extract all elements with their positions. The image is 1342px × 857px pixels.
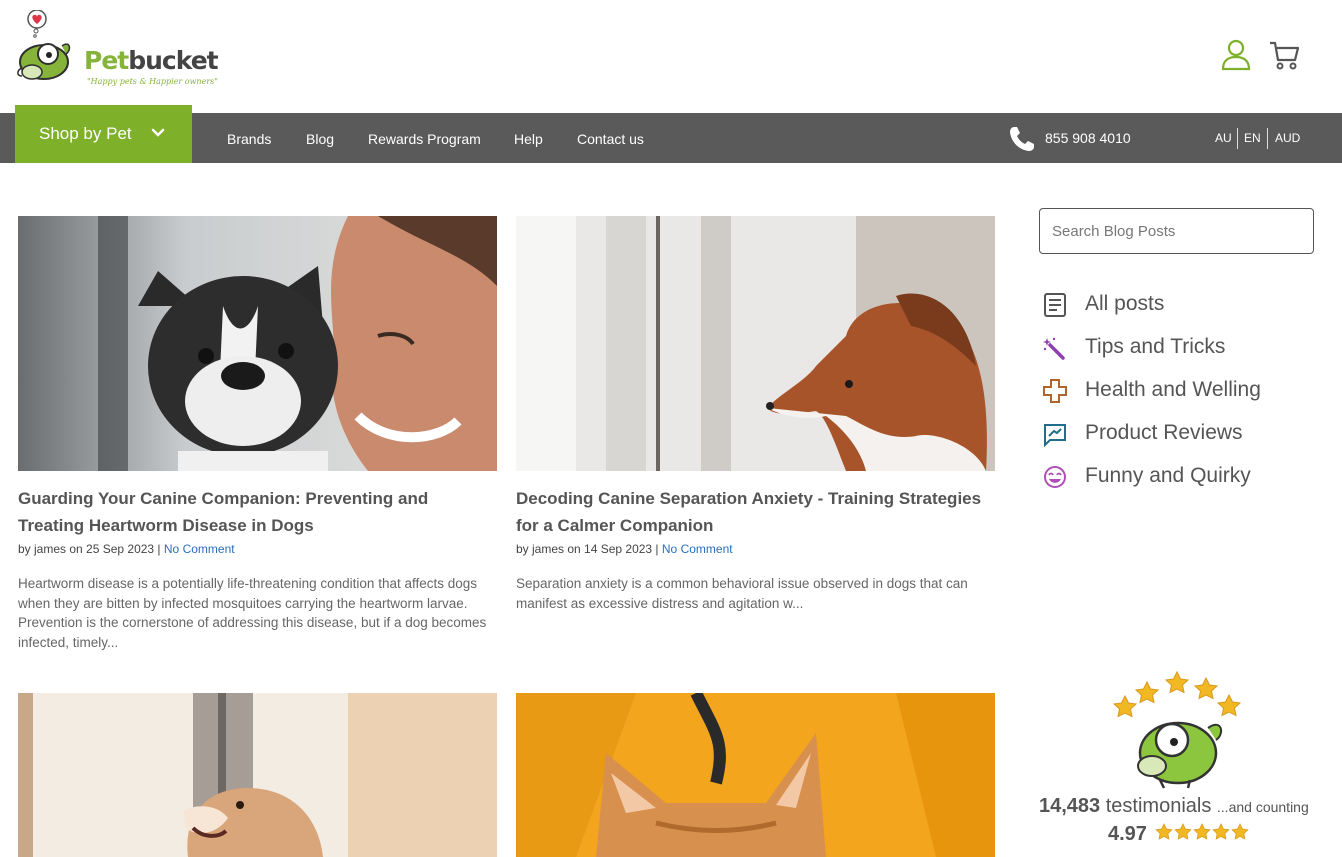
magic-wand-icon [1043,337,1065,360]
nav-link-help[interactable]: Help [514,131,543,147]
shop-by-pet-button[interactable]: Shop by Pet [15,105,192,163]
category-label: Funny and Quirky [1085,464,1251,487]
logo-word-bucket: bucket [128,46,218,75]
locale-divider [1267,128,1268,149]
post-excerpt: Separation anxiety is a common behaviora… [516,576,968,611]
site-header: Petbucket "Happy pets & Happier owners" [0,0,1342,113]
testimonials-number: 14,483 [1039,795,1101,817]
category-all-posts[interactable]: All posts [1040,290,1320,320]
post-image-dog-at-window[interactable] [516,216,995,471]
testimonials-suffix: ...and counting [1216,799,1309,815]
nav-link-rewards-program[interactable]: Rewards Program [368,131,481,147]
locale-currency[interactable]: AUD [1275,131,1300,145]
user-account-icon[interactable] [1220,38,1252,72]
chevron-down-icon [151,128,165,137]
nav-link-blog[interactable]: Blog [306,131,334,147]
locale-language[interactable]: EN [1244,131,1261,145]
post-title[interactable]: Decoding Canine Separation Anxiety - Tra… [516,485,986,539]
review-icon [1044,424,1066,447]
rating-stars [1155,823,1250,846]
post-image-orange-cat[interactable] [516,693,995,857]
post-image-golden-retriever[interactable] [18,693,497,857]
post-comments-link[interactable]: No Comment [662,542,733,556]
category-label: Tips and Tricks [1085,335,1226,358]
logo-word-pet: Pet [84,46,129,75]
category-health-and-welling[interactable]: Health and Welling [1040,376,1320,406]
phone-icon [1010,127,1034,151]
post-meta: by james on 14 Sep 2023 | No Comment [516,542,733,556]
logo-wordmark: Petbucket [84,46,219,75]
category-label: Health and Welling [1085,378,1261,401]
rating-row: 4.97 [1108,823,1250,846]
category-tips-and-tricks[interactable]: Tips and Tricks [1040,333,1320,363]
post-title[interactable]: Guarding Your Canine Companion: Preventi… [18,485,488,539]
blog-search-input[interactable] [1039,208,1314,254]
locale-divider [1237,128,1238,149]
category-label: Product Reviews [1085,421,1243,444]
star-icon [1174,823,1193,840]
shopping-cart-icon[interactable] [1268,38,1300,72]
nav-links: Brands Blog Rewards Program Help Contact… [0,113,1342,163]
locale-country[interactable]: AU [1215,131,1232,145]
post-comments-link[interactable]: No Comment [164,542,235,556]
post-author-date: by james on 14 Sep 2023 | [516,542,659,556]
nav-link-brands[interactable]: Brands [227,131,271,147]
testimonials-widget[interactable]: 14,483 testimonials ...and counting 4.97 [1030,668,1330,857]
testimonials-label: testimonials [1105,795,1212,817]
document-icon [1044,293,1066,317]
rating-value: 4.97 [1108,823,1147,845]
post-meta: by james on 25 Sep 2023 | No Comment [18,542,235,556]
star-icon [1231,823,1250,840]
nav-link-contact-us[interactable]: Contact us [577,131,644,147]
shop-by-pet-label: Shop by Pet [39,124,132,143]
phone-number[interactable]: 855 908 4010 [1045,130,1131,146]
post-image-dog-with-man[interactable] [18,216,497,471]
star-icon [1155,823,1174,840]
smiley-icon [1044,466,1066,488]
mascot-stars-icon [1112,670,1242,789]
post-author-date: by james on 25 Sep 2023 | [18,542,161,556]
logo-tagline: "Happy pets & Happier owners" [87,77,218,86]
medical-cross-icon [1043,379,1067,403]
petbucket-logo[interactable]: Petbucket "Happy pets & Happier owners" [14,9,219,86]
category-label: All posts [1085,292,1165,315]
star-icon [1193,823,1212,840]
category-funny-and-quirky[interactable]: Funny and Quirky [1040,462,1320,492]
testimonials-count: 14,483 testimonials ...and counting [1039,795,1309,818]
category-product-reviews[interactable]: Product Reviews [1040,419,1320,449]
post-excerpt: Heartworm disease is a potentially life-… [18,576,487,650]
star-icon [1212,823,1231,840]
